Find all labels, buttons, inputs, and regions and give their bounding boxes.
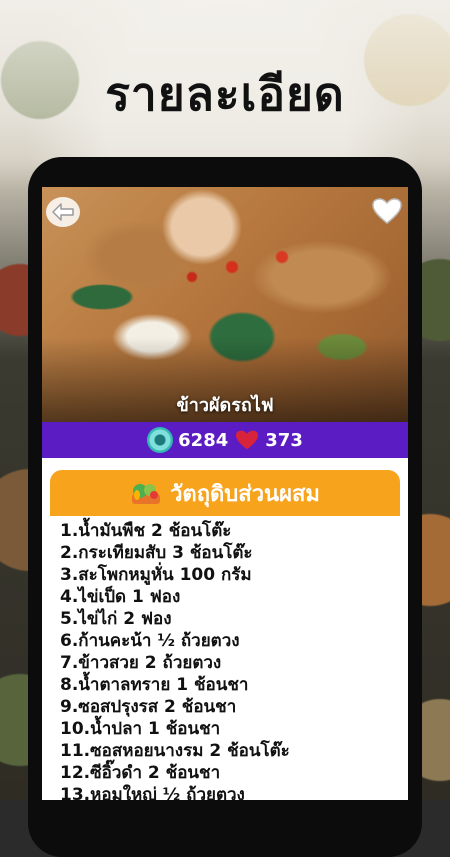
ingredient-item: 10.น้ำปลา 1 ช้อนชา: [60, 719, 221, 739]
ingredient-item: 11.ซอสหอยนางรม 2 ช้อนโต๊ะ: [60, 741, 290, 761]
ingredient-item: 9.ซอสปรุงรส 2 ช้อนชา: [60, 697, 237, 717]
ingredients-header: วัตถุดิบส่วนผสม: [50, 470, 400, 516]
ingredient-item: 7.ข้าวสวย 2 ถ้วยตวง: [60, 653, 222, 673]
ingredients-list: 1.น้ำมันพืช 2 ช้อนโต๊ะ 2.กระเทียมสับ 3 ช…: [60, 520, 290, 800]
ingredient-item: 4.ไข่เป็ด 1 ฟอง: [60, 587, 181, 607]
views-count: 6284: [178, 429, 229, 451]
ingredient-item: 1.น้ำมันพืช 2 ช้อนโต๊ะ: [60, 521, 232, 541]
app-screen: ข้าวผัดรถไฟ 6284 373 วัตถุดิบส่วนผสม 1.น…: [42, 187, 408, 800]
ingredients-panel: วัตถุดิบส่วนผสม 1.น้ำมันพืช 2 ช้อนโต๊ะ 2…: [42, 458, 408, 800]
ingredient-item: 5.ไข่ไก่ 2 ฟอง: [60, 609, 172, 629]
ingredient-item: 12.ซีอิ๊วดำ 2 ช้อนชา: [60, 763, 221, 783]
ingredients-title: วัตถุดิบส่วนผสม: [170, 481, 320, 507]
ingredient-item: 6.ก้านคะน้า ½ ถ้วยตวง: [60, 631, 240, 651]
views-stat: 6284: [147, 427, 228, 453]
page-title: รายละเอียด: [105, 67, 345, 121]
back-arrow-icon: [52, 203, 74, 221]
stats-bar: 6284 373: [42, 422, 408, 458]
ingredient-item: 3.สะโพกหมูหั่น 100 กรัม: [60, 565, 252, 585]
vegetables-icon: [132, 484, 161, 504]
heart-icon: [372, 198, 402, 224]
dish-name: ข้าวผัดรถไฟ: [176, 395, 274, 416]
ingredient-item: 2.กระเทียมสับ 3 ช้อนโต๊ะ: [60, 543, 253, 563]
likes-stat: 373: [234, 429, 303, 451]
favorite-button[interactable]: [370, 195, 404, 227]
eye-icon: [147, 427, 174, 453]
likes-count: 373: [265, 429, 303, 451]
heart-icon: [236, 430, 259, 450]
ingredient-item: 8.น้ำตาลทราย 1 ช้อนชา: [60, 675, 249, 695]
back-button[interactable]: [46, 197, 80, 227]
ingredient-item: 13.หอมใหญ่ ½ ถ้วยตวง: [60, 785, 245, 800]
